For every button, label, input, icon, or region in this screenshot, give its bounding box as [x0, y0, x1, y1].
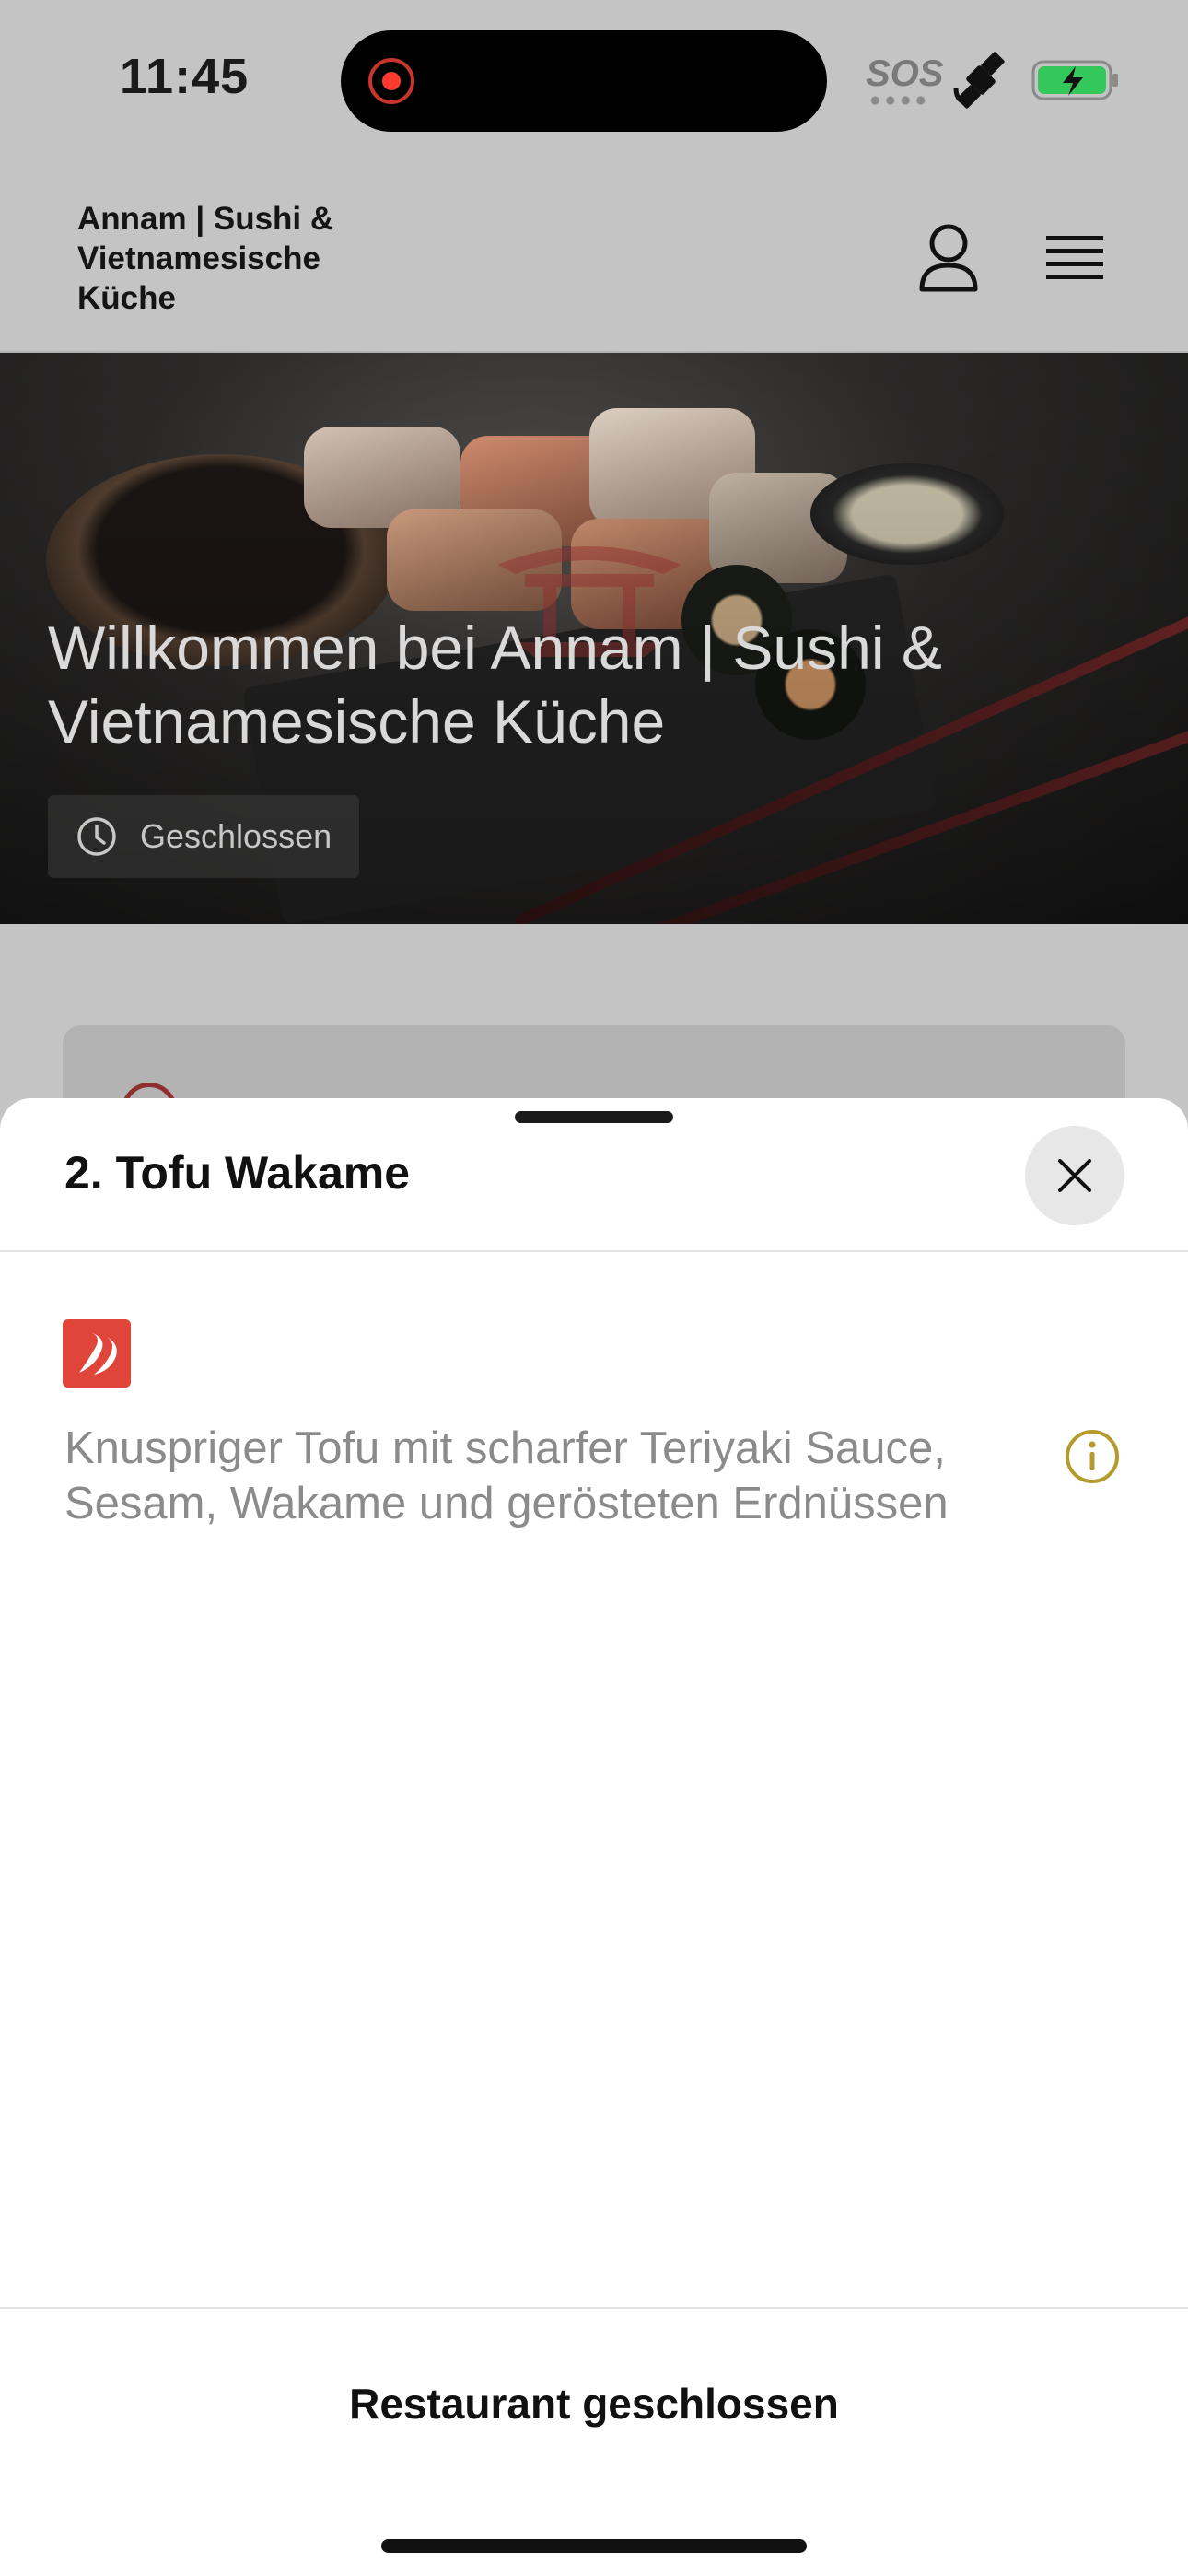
dynamic-island	[341, 30, 827, 132]
opening-status-badge[interactable]: Geschlossen	[48, 795, 360, 878]
footer-divider	[0, 2307, 1188, 2309]
hamburger-menu-icon[interactable]	[1042, 230, 1107, 286]
product-description: Knuspriger Tofu mit scharfer Teriyaki Sa…	[64, 1423, 949, 1528]
close-button[interactable]	[1025, 1126, 1124, 1225]
opening-status-text: Geschlossen	[140, 817, 332, 855]
sos-indicator: SOS	[866, 53, 944, 94]
sheet-grabber-handle[interactable]	[515, 1111, 673, 1123]
status-bar: 11:45 SOS	[0, 0, 1188, 157]
home-indicator[interactable]	[381, 2539, 807, 2553]
app-header: Annam | Sushi & Vietnamesische Küche	[0, 157, 1188, 353]
hero-banner: Willkommen bei Annam | Sushi & Vietnames…	[0, 353, 1188, 924]
sheet-header-divider	[0, 1250, 1188, 1252]
satellite-icon	[953, 52, 1005, 109]
close-icon	[1058, 1159, 1091, 1192]
recording-indicator-icon	[368, 58, 414, 104]
restaurant-closed-button[interactable]: Restaurant geschlossen	[0, 2379, 1188, 2429]
hero-title: Willkommen bei Annam | Sushi & Vietnames…	[48, 614, 942, 755]
info-icon[interactable]	[1064, 1428, 1121, 1485]
clock-icon	[77, 817, 116, 856]
status-time: 11:45	[120, 49, 250, 104]
user-icon[interactable]	[916, 221, 981, 295]
product-detail-sheet: 2. Tofu Wakame Knuspriger Tofu mit schar…	[0, 1098, 1188, 2576]
chili-pepper-icon	[63, 1319, 131, 1388]
sos-signal-dots	[868, 96, 928, 105]
product-title: 2. Tofu Wakame	[64, 1147, 411, 1199]
restaurant-brand-link[interactable]: Annam | Sushi & Vietnamesische Küche	[77, 199, 409, 318]
battery-charging-icon	[1031, 60, 1118, 100]
screen: 11:45 SOS Annam | Sushi & Vietnamesische…	[0, 0, 1188, 2576]
